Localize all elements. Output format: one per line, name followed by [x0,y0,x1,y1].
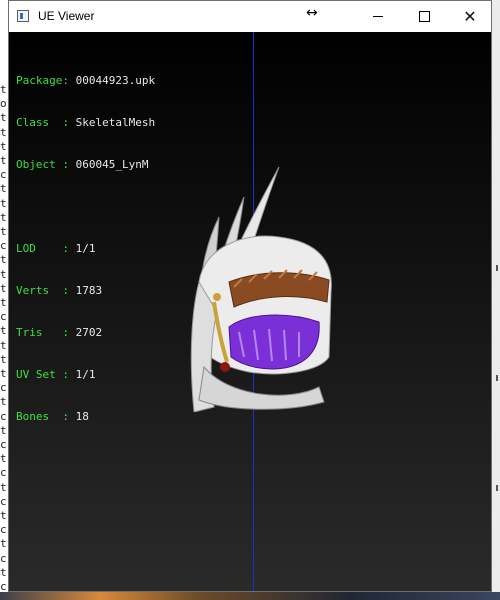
background-text-char: t [0,452,7,466]
info-lod: LOD : 1/1 [16,242,96,255]
background-text-char: t [0,139,7,153]
info-verts: Verts : 1783 [16,284,103,297]
ue-viewer-window: UE Viewer ↔ ✕ Package: 00044923.upk Clas… [8,0,492,592]
background-text-char: t [0,509,7,522]
background-text-char: t [0,83,7,96]
scroll-tick [496,375,498,381]
background-text-char: t [0,182,7,196]
helmet-model-render [190,166,332,412]
maximize-icon [418,11,430,22]
background-text-char: c [0,494,7,508]
background-text-char: t [0,338,7,352]
background-text-char: t [0,267,7,281]
background-text-char: t [0,352,7,366]
background-text-char: t [0,565,7,579]
background-text-char: t [0,395,7,409]
background-text-char: t [0,210,7,224]
background-text-char: t [0,480,7,494]
app-icon[interactable] [17,10,29,22]
close-icon: ✕ [463,7,477,26]
background-text-char: c [0,438,7,451]
background-text-char: t [0,367,7,380]
window-title: UE Viewer [38,9,95,23]
background-text-char: t [0,296,7,309]
scroll-tick [496,485,498,491]
background-desktop-image [0,592,500,600]
background-desktop-strip: tottttcttttcttttcttttctctctctctctctc [0,0,8,600]
background-text-char: c [0,551,7,565]
background-text-char: t [0,537,7,551]
info-tris: Tris : 2702 [16,326,103,339]
info-package: Package: 00044923.upk [16,74,156,87]
title-bar[interactable]: UE Viewer ↔ ✕ [9,1,491,32]
background-text-char: c [0,239,7,253]
background-text-char: c [0,168,7,182]
background-text-char: c [0,310,7,324]
background-text-char: t [0,111,7,125]
background-text-char: t [0,196,7,210]
info-uvset: UV Set : 1/1 [16,368,96,381]
3d-viewport[interactable]: Package: 00044923.upk Class : SkeletalMe… [9,32,491,591]
background-text-char: c [0,466,7,480]
background-text-char: o [0,97,7,111]
info-object: Object : 060045_LynM [16,158,149,171]
resize-cursor-icon: ↔ [306,5,318,21]
background-text-char: t [0,253,7,267]
background-text-char: c [0,523,7,537]
minimize-button[interactable] [355,1,401,32]
background-text-char: t [0,225,7,238]
info-class: Class : SkeletalMesh [16,116,156,129]
background-text-char: t [0,154,7,167]
background-scroll-strip [492,0,500,600]
background-text-char: t [0,324,7,338]
background-text-char: t [0,125,7,139]
background-text-char: t [0,281,7,295]
background-text-char: c [0,381,7,395]
minimize-icon [373,16,383,17]
scroll-tick [496,265,498,271]
mesh-info-overlay: Package: 00044923.upk Class : SkeletalMe… [16,46,155,452]
background-text-char: t [0,423,7,437]
info-bones: Bones : 18 [16,410,89,423]
close-button[interactable]: ✕ [447,1,493,32]
background-text-char: c [0,409,7,423]
maximize-button[interactable] [401,1,447,32]
